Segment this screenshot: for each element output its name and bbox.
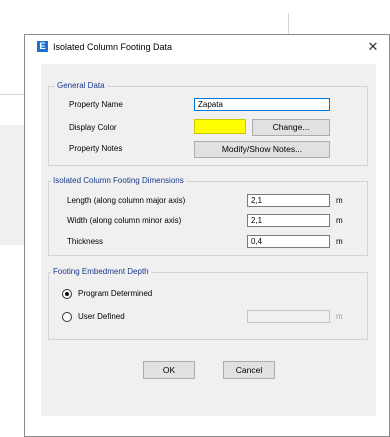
length-unit: m (336, 196, 343, 205)
thickness-label: Thickness (67, 237, 104, 246)
user-defined-depth-unit: m (336, 312, 343, 321)
general-data-group: General Data Property Name Display Color… (48, 81, 368, 166)
footing-dimensions-group: Isolated Column Footing Dimensions Lengt… (48, 176, 368, 256)
general-data-legend: General Data (55, 81, 107, 91)
property-notes-label: Property Notes (69, 144, 123, 153)
thickness-input[interactable] (247, 235, 330, 248)
user-defined-radio[interactable] (62, 312, 72, 322)
change-color-button[interactable]: Change... (252, 119, 330, 136)
length-label: Length (along column major axis) (67, 196, 186, 205)
thickness-unit: m (336, 237, 343, 246)
property-name-input[interactable] (194, 98, 330, 111)
title-bar: E Isolated Column Footing Data ✕ (25, 35, 389, 61)
user-defined-label: User Defined (78, 312, 125, 321)
background-divider (288, 13, 289, 34)
background-divider (0, 94, 24, 95)
display-color-label: Display Color (69, 123, 117, 132)
embedment-depth-group: Footing Embedment Depth Program Determin… (48, 267, 368, 340)
background-panel (0, 125, 24, 245)
modify-notes-button[interactable]: Modify/Show Notes... (194, 141, 330, 158)
length-input[interactable] (247, 194, 330, 207)
program-determined-label: Program Determined (78, 289, 153, 298)
dialog-body: General Data Property Name Display Color… (41, 64, 376, 416)
embedment-depth-legend: Footing Embedment Depth (51, 267, 151, 277)
dialog-title: Isolated Column Footing Data (53, 42, 173, 52)
program-determined-radio[interactable] (62, 289, 72, 299)
ok-button[interactable]: OK (143, 361, 195, 379)
app-icon: E (37, 41, 48, 52)
property-name-label: Property Name (69, 100, 123, 109)
user-defined-depth-input[interactable] (247, 310, 330, 323)
dialog-window: E Isolated Column Footing Data ✕ General… (24, 34, 390, 437)
width-input[interactable] (247, 214, 330, 227)
cancel-button[interactable]: Cancel (223, 361, 275, 379)
footing-dimensions-legend: Isolated Column Footing Dimensions (51, 176, 186, 186)
width-label: Width (along column minor axis) (67, 216, 182, 225)
display-color-swatch (194, 119, 246, 134)
close-icon[interactable]: ✕ (363, 38, 383, 56)
background-area (0, 0, 390, 13)
width-unit: m (336, 216, 343, 225)
